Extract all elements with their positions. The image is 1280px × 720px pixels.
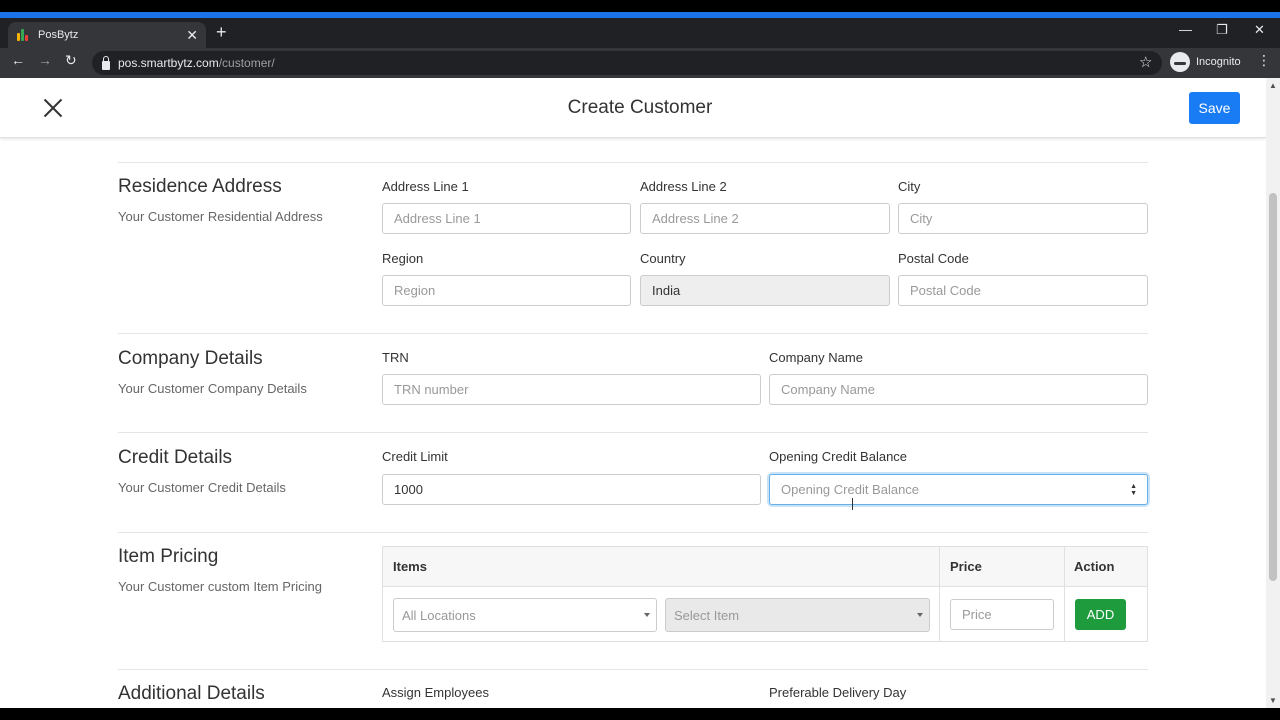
postal-code-input[interactable]: Postal Code [898, 275, 1148, 306]
city-input[interactable]: City [898, 203, 1148, 234]
caret-down-icon [917, 613, 923, 617]
incognito-icon [1170, 52, 1190, 72]
company-section-title: Company Details [118, 348, 263, 369]
postal-code-label: Postal Code [898, 251, 969, 266]
address1-input[interactable]: Address Line 1 [382, 203, 631, 234]
window-close-icon[interactable]: ✕ [1254, 22, 1265, 38]
scroll-down-icon[interactable]: ▼ [1269, 696, 1277, 705]
address1-label: Address Line 1 [382, 179, 469, 194]
number-spinner-icon[interactable]: ▲ ▼ [1130, 483, 1137, 497]
price-input[interactable]: Price [950, 599, 1054, 630]
window-top-edge [0, 0, 1280, 12]
divider [118, 669, 1148, 670]
company-name-label: Company Name [769, 350, 863, 365]
price-column-header: Price [950, 559, 982, 574]
pricing-section-subtitle: Your Customer custom Item Pricing [118, 579, 322, 594]
back-icon[interactable]: ← [11, 52, 25, 68]
page-scrollbar[interactable]: ▲ ▼ [1266, 78, 1280, 708]
url-host: pos.smartbytz.com [118, 56, 219, 70]
additional-section-title: Additional Details [118, 683, 265, 704]
pricing-section-title: Item Pricing [118, 546, 219, 567]
divider [118, 162, 1148, 163]
locations-select-value: All Locations [402, 607, 476, 623]
address2-input[interactable]: Address Line 2 [640, 203, 890, 234]
city-label: City [898, 179, 921, 194]
address2-label: Address Line 2 [640, 179, 727, 194]
caret-down-icon [644, 613, 650, 617]
modal-header: Create Customer Save [0, 78, 1266, 138]
item-select[interactable]: Select Item [665, 598, 930, 632]
action-column-header: Action [1074, 559, 1115, 574]
divider [118, 532, 1148, 533]
trn-input[interactable]: TRN number [382, 374, 761, 405]
incognito-label: Incognito [1196, 56, 1241, 68]
item-pricing-table: Items Price Action All Locations Select … [382, 546, 1148, 642]
text-cursor-icon [852, 498, 853, 510]
save-button[interactable]: Save [1189, 92, 1240, 124]
table-header: Items Price Action [383, 547, 1147, 587]
page-content: Create Customer Save Residence Address Y… [0, 78, 1266, 708]
assign-employees-label: Assign Employees [382, 685, 489, 700]
opening-balance-label: Opening Credit Balance [769, 449, 908, 464]
restore-icon[interactable]: ❐ [1216, 22, 1228, 38]
divider [118, 333, 1148, 334]
url-path: /customer/ [218, 56, 275, 70]
posbytz-favicon-icon [16, 28, 30, 42]
residence-section-subtitle: Your Customer Residential Address [118, 209, 323, 224]
divider [118, 432, 1148, 433]
column-divider [939, 547, 940, 641]
browser-tab[interactable]: PosBytz ✕ [8, 22, 206, 48]
scroll-up-icon[interactable]: ▲ [1269, 81, 1277, 90]
lock-icon [102, 55, 110, 70]
item-select-placeholder: Select Item [674, 607, 740, 623]
add-button[interactable]: ADD [1075, 599, 1126, 630]
new-tab-icon[interactable]: + [216, 22, 227, 43]
trn-label: TRN [382, 350, 409, 365]
browser-menu-icon[interactable]: ⋮ [1257, 52, 1271, 69]
credit-section-subtitle: Your Customer Credit Details [118, 480, 286, 495]
minimize-icon[interactable]: — [1179, 22, 1192, 37]
opening-balance-placeholder: Opening Credit Balance [781, 482, 920, 497]
window-bottom-edge [0, 708, 1280, 720]
tab-close-icon[interactable]: ✕ [186, 27, 198, 44]
country-label: Country [640, 251, 686, 266]
credit-section-title: Credit Details [118, 447, 233, 468]
reload-icon[interactable]: ↻ [65, 52, 77, 69]
residence-section-title: Residence Address [118, 176, 282, 197]
forward-icon[interactable]: → [38, 52, 52, 68]
locations-select[interactable]: All Locations [393, 598, 657, 632]
column-divider [1064, 547, 1065, 641]
region-label: Region [382, 251, 424, 266]
incognito-indicator[interactable]: Incognito [1170, 52, 1241, 72]
page-title: Create Customer [567, 97, 713, 118]
credit-limit-input[interactable]: 1000 [382, 474, 761, 505]
company-name-input[interactable]: Company Name [769, 374, 1148, 405]
company-section-subtitle: Your Customer Company Details [118, 381, 307, 396]
credit-limit-label: Credit Limit [382, 449, 448, 464]
country-field: India [640, 275, 890, 306]
tab-title: PosBytz [38, 29, 79, 41]
address-bar[interactable]: pos.smartbytz.com/customer/ [92, 51, 1162, 75]
opening-balance-input[interactable]: Opening Credit Balance ▲ ▼ [769, 474, 1148, 505]
items-column-header: Items [393, 559, 427, 574]
region-input[interactable]: Region [382, 275, 631, 306]
bookmark-star-icon[interactable]: ☆ [1139, 53, 1152, 71]
delivery-day-label: Preferable Delivery Day [769, 685, 907, 700]
scrollbar-thumb[interactable] [1269, 193, 1277, 581]
